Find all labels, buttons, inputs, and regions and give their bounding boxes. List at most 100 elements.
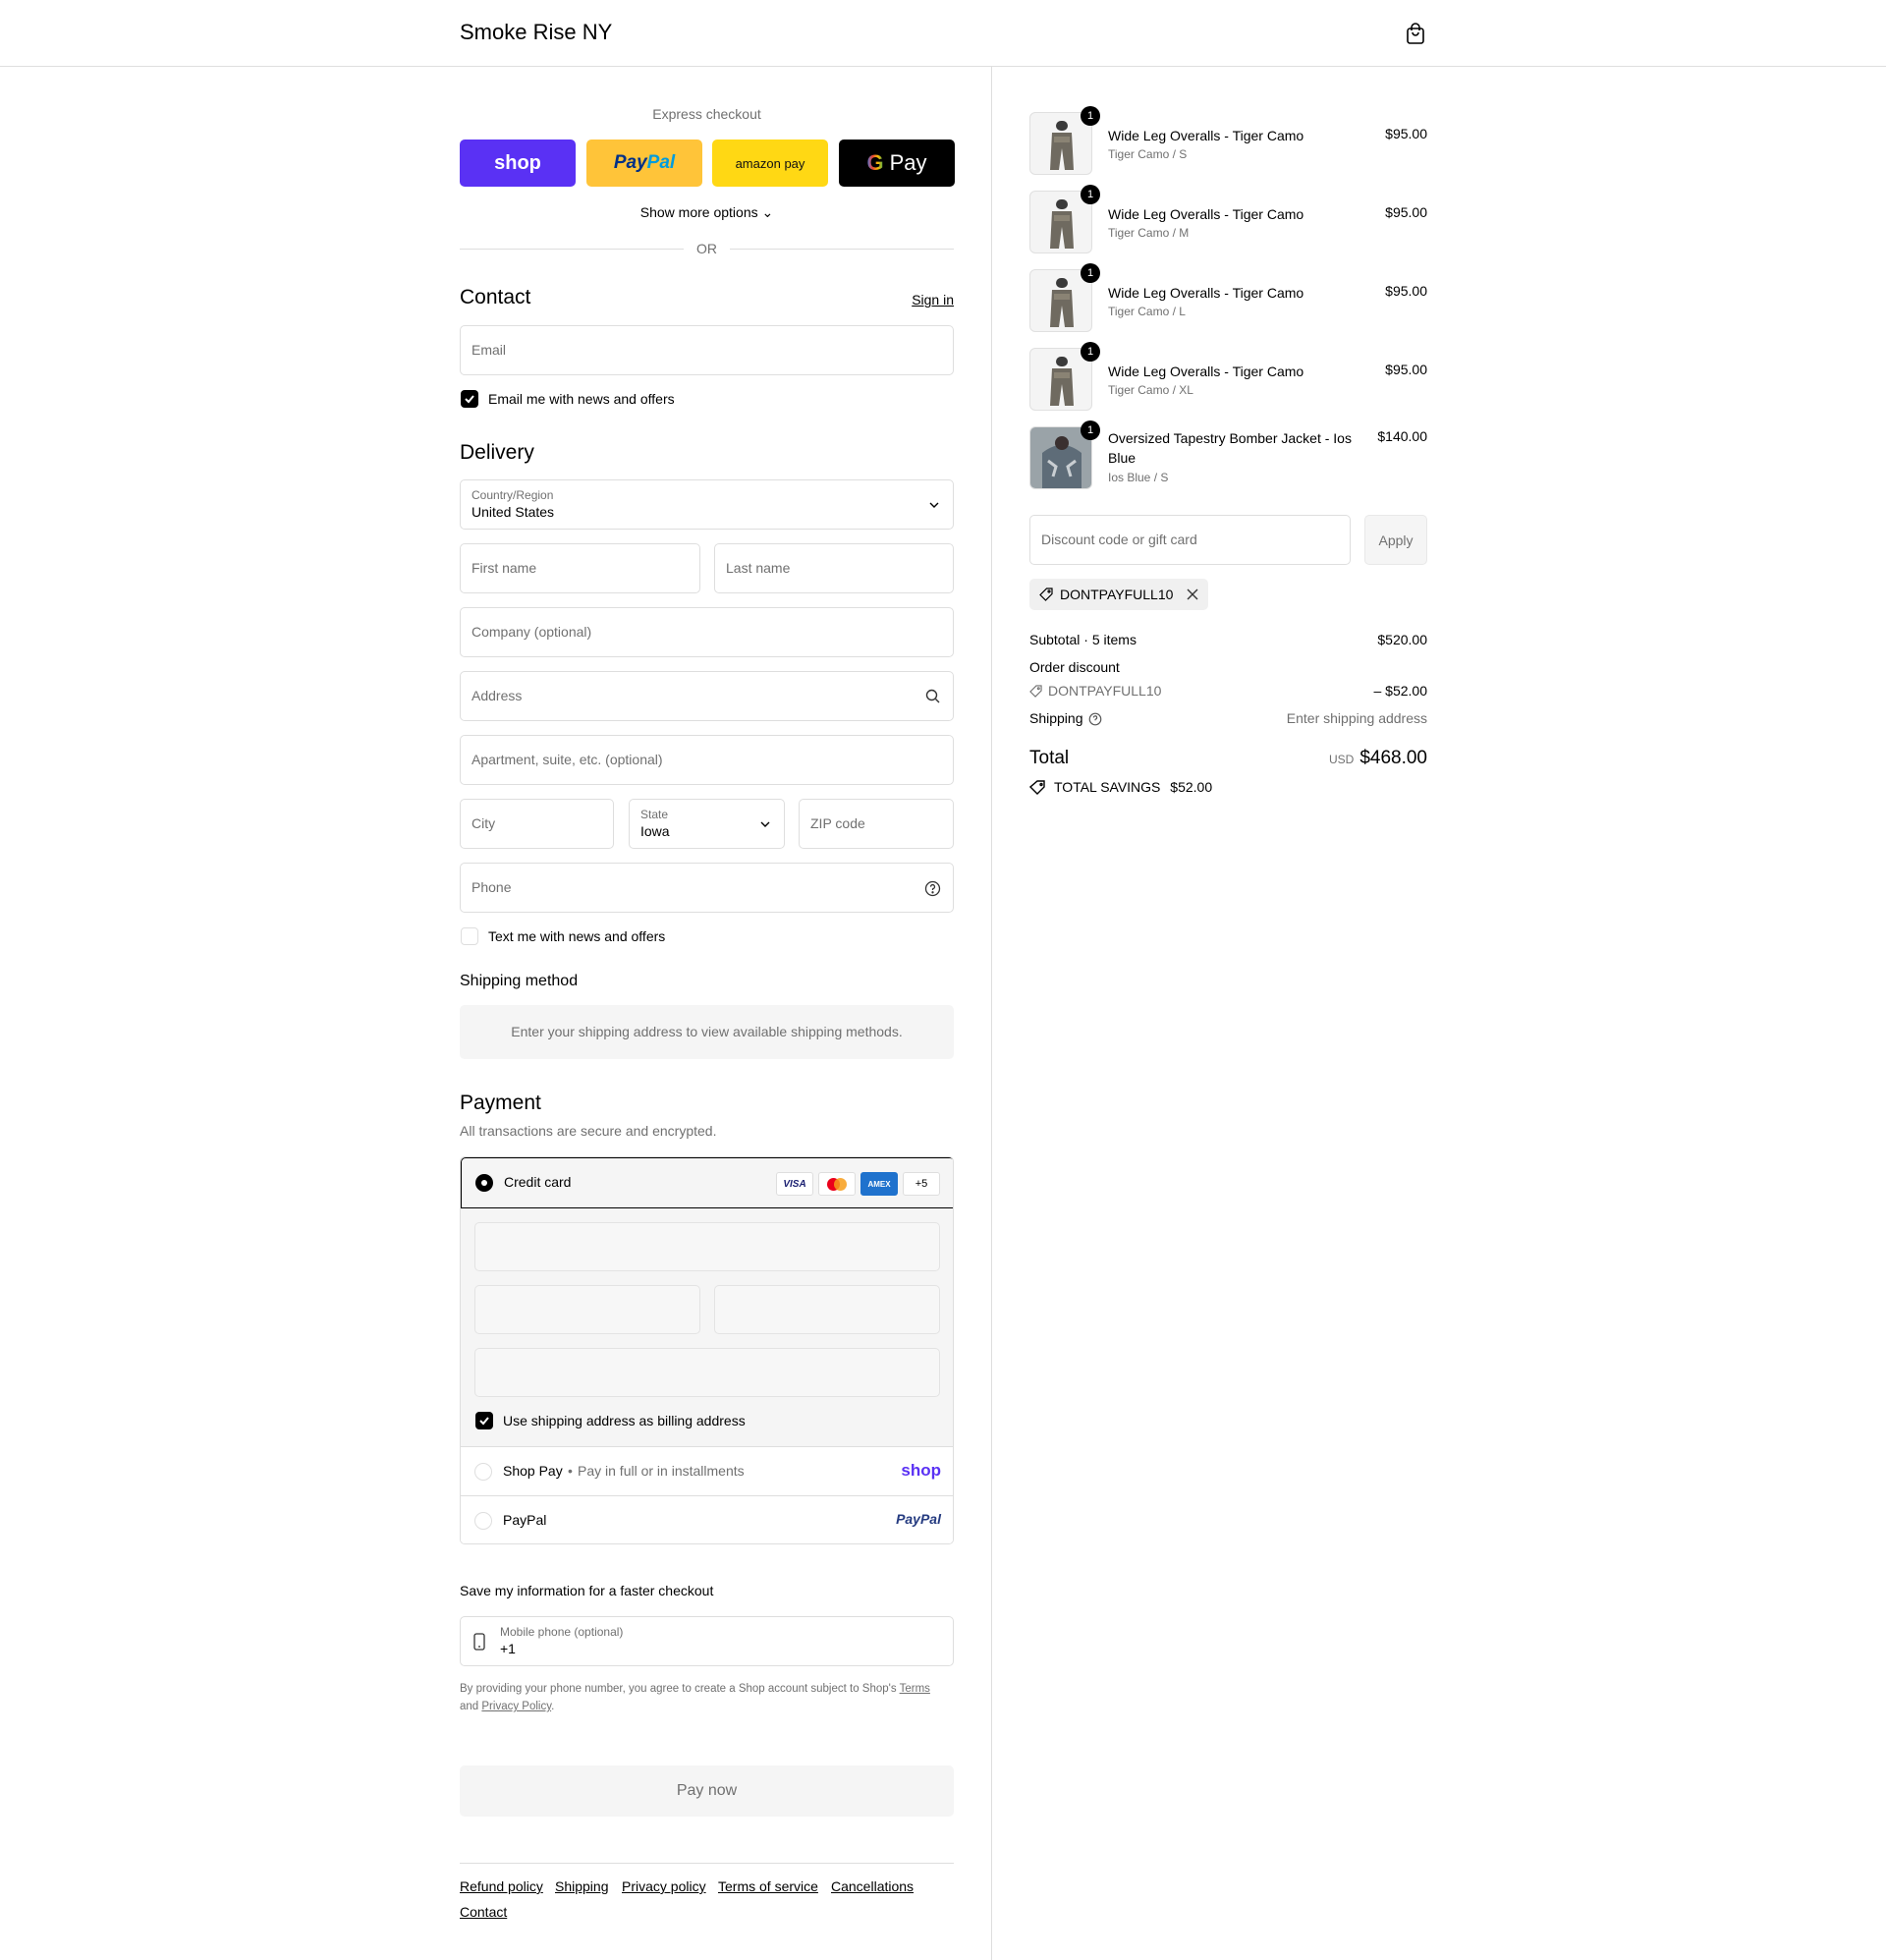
address-field[interactable]: Address [460,671,954,721]
terms-of-service-link[interactable]: Terms of service [718,1878,818,1894]
currency-code: USD [1328,753,1355,766]
sign-in-link[interactable]: Sign in [912,292,954,308]
subtotal-row: Subtotal · 5 items $520.00 [1029,632,1427,647]
store-name[interactable]: Smoke Rise NY [460,20,612,45]
company-field[interactable]: Company (optional) [460,607,954,657]
product-price: $95.00 [1385,204,1427,220]
payment-heading: Payment [460,1092,541,1114]
contact-link[interactable]: Contact [460,1904,507,1920]
zip-field[interactable]: ZIP code [799,799,954,849]
shop-pay-option[interactable]: Shop Pay • Pay in full or in installment… [461,1447,953,1496]
credit-card-form: Use shipping address as billing address [461,1208,953,1447]
product-variant: Tiger Camo / XL [1108,383,1193,397]
shop-privacy-link[interactable]: Privacy Policy [481,1701,551,1712]
shop-terms-link[interactable]: Terms [900,1683,930,1695]
apartment-field[interactable]: Apartment, suite, etc. (optional) [460,735,954,785]
security-code-field[interactable] [714,1285,940,1334]
express-checkout-title: Express checkout [652,106,761,122]
shop-pay-express-button[interactable]: shop [460,140,576,187]
city-field[interactable]: City [460,799,614,849]
quantity-badge: 1 [1081,106,1100,126]
billing-address-checkbox[interactable] [475,1412,493,1429]
credit-card-option[interactable]: Credit card VISA AMEX +5 [461,1157,953,1208]
state-select[interactable]: State Iowa [629,799,785,849]
contact-heading: Contact [460,286,531,308]
credit-card-label: Credit card [504,1174,572,1190]
mobile-phone-field[interactable]: Mobile phone (optional) +1 [460,1616,954,1666]
total-amount: $468.00 [1359,748,1427,768]
shop-pay-label: Shop Pay [503,1463,563,1479]
paypal-radio[interactable] [474,1512,492,1530]
chevron-down-icon: ⌄ [761,204,774,220]
amex-icon: AMEX [860,1172,898,1196]
product-name: Wide Leg Overalls - Tiger Camo [1108,285,1304,301]
total-savings-row: TOTAL SAVINGS $52.00 [1029,779,1427,795]
country-select[interactable]: Country/Region United States [460,479,954,530]
pay-now-button[interactable]: Pay now [460,1765,954,1817]
shipping-method-message: Enter your shipping address to view avai… [460,1005,954,1059]
shop-legal-text: By providing your phone number, you agre… [460,1683,930,1712]
name-on-card-field[interactable] [474,1348,940,1397]
tag-icon [1029,685,1042,698]
paypal-option[interactable]: PayPal PayPal [461,1496,953,1543]
product-name: Wide Leg Overalls - Tiger Camo [1108,364,1304,379]
product-name: Wide Leg Overalls - Tiger Camo [1108,206,1304,222]
credit-card-radio[interactable] [475,1174,493,1192]
refund-policy-link[interactable]: Refund policy [460,1878,543,1894]
paypal-express-button[interactable]: Pay Pal [586,140,702,187]
quantity-badge: 1 [1081,185,1100,204]
chevron-down-icon [929,502,939,508]
payment-methods: Credit card VISA AMEX +5 Use shipping ad… [460,1156,954,1544]
paypal-logo: PayPal [896,1511,941,1527]
visa-icon: VISA [776,1172,813,1196]
payment-subtitle: All transactions are secure and encrypte… [460,1123,717,1139]
mastercard-icon [818,1172,856,1196]
product-price: $140.00 [1377,428,1427,444]
product-name: Oversized Tapestry Bomber Jacket - Ios B… [1108,430,1352,466]
quantity-badge: 1 [1081,342,1100,362]
help-circle-icon[interactable] [1088,712,1102,726]
help-circle-icon[interactable] [924,880,941,897]
cancellations-link[interactable]: Cancellations [831,1878,914,1894]
email-field[interactable]: Email [460,325,954,375]
header: Smoke Rise NY [0,0,1886,67]
discount-tag-code: DONTPAYFULL10 [1060,587,1174,602]
shop-pay-separator: • [568,1463,573,1479]
product-price: $95.00 [1385,362,1427,377]
amazon-pay-button[interactable]: amazon pay [712,140,828,187]
apply-discount-button[interactable]: Apply [1364,515,1427,565]
shipping-policy-link[interactable]: Shipping [555,1878,609,1894]
product-variant: Tiger Camo / L [1108,305,1186,318]
text-news-checkbox[interactable] [461,927,478,945]
discount-tag: DONTPAYFULL10 [1029,579,1208,610]
discount-code-field[interactable]: Discount code or gift card [1029,515,1351,565]
tag-icon [1039,588,1053,601]
card-number-field[interactable] [474,1222,940,1271]
last-name-field[interactable]: Last name [714,543,954,593]
footer-divider [460,1863,954,1864]
search-icon [925,689,940,703]
order-discount-row: DONTPAYFULL10– $52.00 [1029,683,1427,699]
close-icon[interactable] [1187,588,1198,600]
quantity-badge: 1 [1081,263,1100,283]
paypal-label: PayPal [503,1512,547,1528]
expiration-field[interactable] [474,1285,700,1334]
google-pay-button[interactable]: G Pay [839,140,955,187]
billing-address-label: Use shipping address as billing address [503,1413,746,1428]
shop-pay-radio[interactable] [474,1463,492,1481]
shopping-bag-icon[interactable] [1405,22,1426,45]
show-more-options[interactable]: Show more options ⌄ [460,204,954,221]
email-news-label: Email me with news and offers [488,391,675,407]
shipping-method-heading: Shipping method [460,973,579,989]
save-info-heading: Save my information for a faster checkou… [460,1583,714,1598]
phone-field[interactable]: Phone [460,863,954,913]
first-name-field[interactable]: First name [460,543,700,593]
product-variant: Tiger Camo / S [1108,147,1188,161]
product-price: $95.00 [1385,283,1427,299]
savings-tag-icon [1029,780,1045,795]
email-news-checkbox[interactable] [461,390,478,408]
delivery-heading: Delivery [460,441,534,464]
privacy-policy-link[interactable]: Privacy policy [622,1878,706,1894]
shop-pay-logo: shop [901,1461,941,1480]
product-name: Wide Leg Overalls - Tiger Camo [1108,128,1304,143]
